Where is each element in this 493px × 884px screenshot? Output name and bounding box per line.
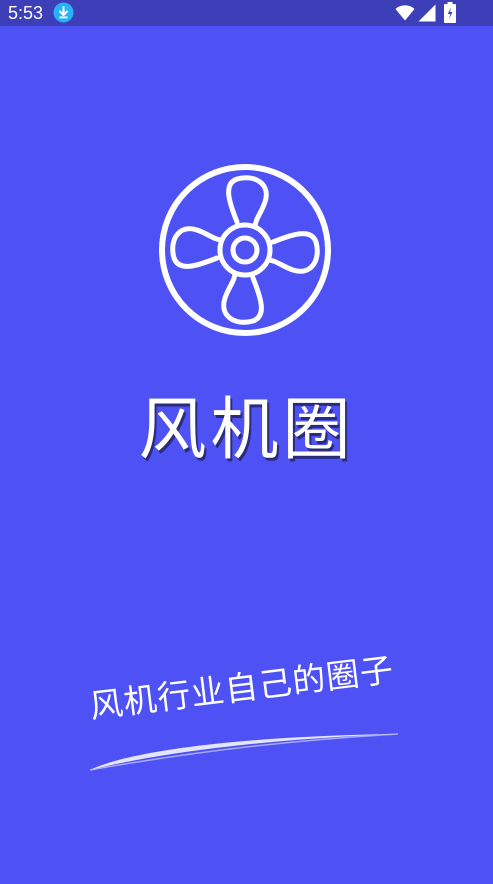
slogan: 风机行业自己的圈子 (87, 649, 397, 726)
status-bar: 5:53 (0, 0, 493, 26)
fan-logo-icon (159, 164, 331, 336)
app-name: 风机圈 (138, 391, 355, 470)
download-icon (53, 2, 74, 23)
slogan-underline-swoosh (89, 733, 399, 771)
cell-signal-icon (418, 4, 436, 22)
wifi-icon (395, 5, 415, 21)
battery-charging-icon (444, 2, 456, 23)
status-time: 5:53 (8, 3, 44, 23)
